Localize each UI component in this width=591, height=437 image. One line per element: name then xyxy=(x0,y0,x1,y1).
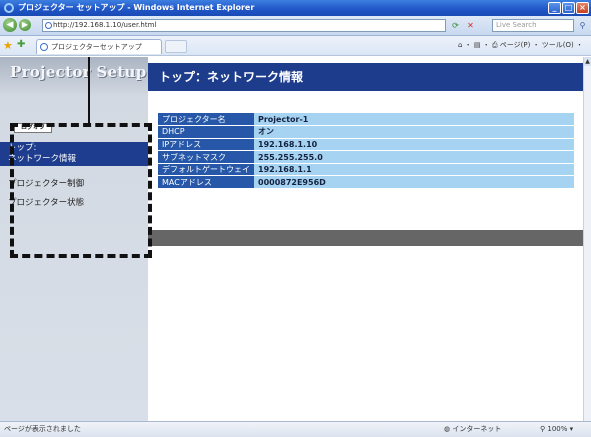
row-key: プロジェクター名 xyxy=(158,113,254,127)
table-row: IPアドレス 192.168.1.10 xyxy=(158,138,574,152)
network-info-table: プロジェクター名 Projector-1 DHCP オン IPアドレス 192.… xyxy=(158,113,574,190)
address-input[interactable]: http://192.168.1.10/user.html xyxy=(42,19,446,32)
globe-icon: ◍ xyxy=(444,425,451,433)
table-row: DHCP オン xyxy=(158,125,574,139)
search-icon[interactable]: ⚲ xyxy=(575,19,590,32)
sidebar-item-projector-control[interactable]: プロジェクター制御 xyxy=(0,177,148,189)
footer-divider-bar xyxy=(148,230,583,246)
sidebar-item-projector-status[interactable]: プロジェクター状態 xyxy=(0,196,148,208)
row-key: DHCP xyxy=(158,125,254,139)
back-arrow-icon[interactable]: ◀ xyxy=(3,18,17,32)
window-titlebar: プロジェクター セットアップ - Windows Internet Explor… xyxy=(0,0,591,16)
row-value: 255.255.255.0 xyxy=(254,150,574,164)
refresh-icon[interactable]: ⟳ xyxy=(448,19,463,32)
page-title: トップ：ネットワーク情報 xyxy=(148,63,583,91)
minimize-button[interactable]: _ xyxy=(548,2,561,14)
tab-bar: ★ ✚ プロジェクターセットアップ ⌂ ・ ▤ ・ ⎙ ページ(P) ・ ツール… xyxy=(0,36,591,56)
browser-tab[interactable]: プロジェクターセットアップ xyxy=(36,39,162,54)
tab-title: プロジェクターセットアップ xyxy=(51,43,142,51)
stop-icon[interactable]: ✕ xyxy=(463,19,478,32)
sidebar-item-network-info[interactable]: トップ: ネットワーク情報 xyxy=(0,142,148,166)
search-input[interactable]: Live Search xyxy=(492,19,574,32)
row-value: オン xyxy=(254,125,574,139)
table-row: MACアドレス 0000872E956D xyxy=(158,175,574,190)
page-icon xyxy=(45,22,52,29)
sidebar-item-label-line2: ネットワーク情報 xyxy=(8,154,77,164)
status-bar: ページが表示されました ◍ インターネット ⚲ 100% ▾ xyxy=(0,421,591,437)
row-key: IPアドレス xyxy=(158,138,254,152)
command-bar-text[interactable]: ページ(P) ・ ツール(O) ・ xyxy=(500,41,583,49)
command-bar[interactable]: ⌂ ・ ▤ ・ ⎙ ページ(P) ・ ツール(O) ・ xyxy=(458,39,583,52)
zoom-icon: ⚲ xyxy=(540,425,546,433)
address-toolbar: ◀ ▶ http://192.168.1.10/user.html ⟳ ✕ Li… xyxy=(0,16,591,36)
feeds-icon[interactable]: ▤ xyxy=(474,41,481,49)
row-value: 0000872E956D xyxy=(254,175,574,190)
close-button[interactable]: × xyxy=(576,2,589,14)
sidebar-item-label: プロジェクター状態 xyxy=(8,198,85,208)
table-row: プロジェクター名 Projector-1 xyxy=(158,113,574,127)
table-row: デフォルトゲートウェイ 192.168.1.1 xyxy=(158,163,574,177)
main-content: トップ：ネットワーク情報 プロジェクター名 Projector-1 DHCP オ… xyxy=(148,57,583,421)
row-key: サブネットマスク xyxy=(158,150,254,164)
sidebar-title: Projector Setup xyxy=(10,63,147,81)
zoom-value: 100% xyxy=(547,425,568,433)
page-viewport: Projector Setup ログオフ トップ: ネットワーク情報 プロジェク… xyxy=(0,57,583,421)
row-value: 192.168.1.1 xyxy=(254,163,574,177)
maximize-button[interactable]: □ xyxy=(562,2,575,14)
print-icon[interactable]: ⎙ xyxy=(492,41,498,49)
row-value: 192.168.1.10 xyxy=(254,138,574,152)
row-key: デフォルトゲートウェイ xyxy=(158,163,254,177)
address-text: http://192.168.1.10/user.html xyxy=(53,21,157,29)
search-placeholder: Live Search xyxy=(496,21,537,29)
vertical-scrollbar[interactable]: ▲ xyxy=(583,57,591,421)
ie-logo-icon xyxy=(4,3,14,13)
home-icon[interactable]: ⌂ xyxy=(458,41,462,49)
status-text: ページが表示されました xyxy=(4,425,81,433)
zoom-level[interactable]: ⚲ 100% ▾ xyxy=(540,422,573,437)
window-title: プロジェクター セットアップ - Windows Internet Explor… xyxy=(18,3,255,12)
logout-button[interactable]: ログオフ xyxy=(14,123,52,133)
forward-arrow-icon[interactable]: ▶ xyxy=(19,19,31,31)
sidebar-item-label-line1: トップ: xyxy=(8,143,37,153)
zone-label: インターネット xyxy=(452,425,502,433)
row-value: Projector-1 xyxy=(254,113,574,127)
add-favorites-icon[interactable]: ✚ xyxy=(17,39,25,50)
table-row: サブネットマスク 255.255.255.0 xyxy=(158,150,574,164)
scroll-up-arrow-icon[interactable]: ▲ xyxy=(584,57,591,66)
callout-pointer-line xyxy=(88,57,90,123)
favorites-star-icon[interactable]: ★ xyxy=(3,39,13,52)
row-key: MACアドレス xyxy=(158,175,254,190)
security-zone: ◍ インターネット xyxy=(444,422,501,437)
sidebar: Projector Setup ログオフ トップ: ネットワーク情報 プロジェク… xyxy=(0,57,148,421)
new-tab-button[interactable] xyxy=(165,40,187,53)
tab-page-icon xyxy=(40,43,48,51)
sidebar-item-label: プロジェクター制御 xyxy=(8,179,85,189)
